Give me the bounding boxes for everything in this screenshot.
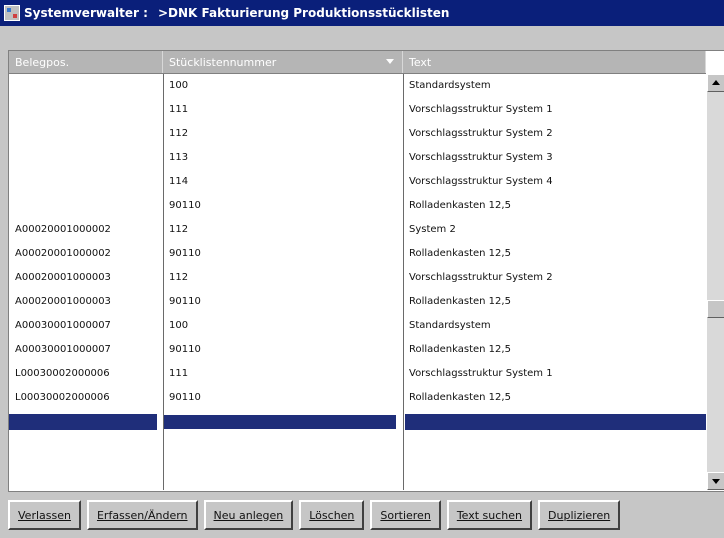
table-row[interactable]: A00020001000002 112 System 2 (9, 218, 706, 242)
table-row[interactable]: 114 Vorschlagsstruktur System 4 (9, 170, 706, 194)
edit-button-label: Erfassen/Ändern (96, 508, 188, 522)
sort-button-label: Sortieren (380, 508, 431, 522)
cell-stuecklistennummer: 90110 (169, 344, 201, 355)
table-row[interactable]: A00020001000002 90110 Rolladenkasten 12,5 (9, 242, 706, 266)
selected-row[interactable] (9, 414, 706, 430)
button-bar: Verlassen Erfassen/Ändern Neu anlegen Lösch… (8, 500, 621, 532)
title-bar: Systemverwalter : >DNK Fakturierung Prod… (0, 0, 724, 26)
cell-belegpos (9, 74, 163, 98)
cell-text: Rolladenkasten 12,5 (409, 248, 511, 259)
app-icon (4, 5, 20, 21)
grid-body: 100 Standardsystem 111 Vorschlagsstruktur S… (9, 74, 706, 430)
edit-button[interactable]: Erfassen/Ändern (86, 500, 198, 530)
cell-stuecklistennummer: 112 (169, 128, 189, 139)
cell-stuecklistennummer: 90110 (169, 200, 201, 211)
scroll-down-button[interactable] (707, 472, 724, 490)
header-stuecklistennummer[interactable]: Stücklistennummer (163, 51, 403, 73)
scroll-up-button[interactable] (707, 74, 724, 92)
cell-belegpos: A00020001000002 (15, 224, 111, 235)
cell-belegpos: L00030002000006 (15, 392, 110, 403)
toolbar-area (0, 26, 724, 50)
cell-text-selected (405, 414, 706, 430)
cell-text: Vorschlagsstruktur System 2 (409, 128, 553, 139)
table-row[interactable]: 111 Vorschlagsstruktur System 1 (9, 98, 706, 122)
new-button-label: Neu anlegen (213, 508, 284, 522)
table-row[interactable]: 113 Vorschlagsstruktur System 3 (9, 146, 706, 170)
scroll-up-icon (712, 80, 720, 85)
cell-stuecklistennummer: 113 (169, 152, 189, 163)
cell-belegpos: A00030001000007 (15, 320, 111, 331)
vertical-scrollbar[interactable] (707, 74, 724, 490)
cell-text: Vorschlagsstruktur System 1 (409, 368, 553, 379)
table-row[interactable]: A00020001000003 90110 Rolladenkasten 12,5 (9, 290, 706, 314)
new-button[interactable]: Neu anlegen (203, 500, 294, 530)
cell-belegpos: L00030002000006 (15, 368, 110, 379)
exit-button[interactable]: Verlassen (8, 500, 81, 530)
duplicate-button[interactable]: Duplizieren (538, 500, 621, 530)
sort-desc-icon (386, 59, 394, 64)
cell-text: Vorschlagsstruktur System 4 (409, 176, 553, 187)
cell-text: Rolladenkasten 12,5 (409, 200, 511, 211)
cell-belegpos: A00020001000003 (15, 272, 111, 283)
cell-text: Standardsystem (409, 80, 491, 91)
sort-button[interactable]: Sortieren (370, 500, 441, 530)
cell-stuecklistennummer: 90110 (169, 392, 201, 403)
window-title: Systemverwalter : (24, 6, 148, 20)
table-row[interactable]: L00030002000006 90110 Rolladenkasten 12,5 (9, 386, 706, 410)
cell-stuecklistennummer: 100 (169, 320, 189, 331)
cell-belegpos: A00030001000007 (15, 344, 111, 355)
scroll-thumb[interactable] (707, 300, 724, 318)
exit-button-label: Verlassen (18, 508, 71, 522)
column-divider (403, 74, 404, 490)
table-row[interactable]: 112 Vorschlagsstruktur System 2 (9, 122, 706, 146)
search-text-button[interactable]: Text suchen (446, 500, 533, 530)
cell-belegpos (9, 146, 163, 170)
cell-stuecklistennummer: 112 (169, 224, 189, 235)
cell-text: Vorschlagsstruktur System 2 (409, 272, 553, 283)
cell-text: Rolladenkasten 12,5 (409, 392, 511, 403)
cell-stuecklistennummer: 114 (169, 176, 189, 187)
table-row[interactable]: 90110 Rolladenkasten 12,5 (9, 194, 706, 218)
grid-header: Belegpos. Stücklistennummer Text (9, 51, 706, 74)
cell-text: Vorschlagsstruktur System 3 (409, 152, 553, 163)
cell-belegpos (9, 122, 163, 146)
table-row[interactable]: A00030001000007 90110 Rolladenkasten 12,5 (9, 338, 706, 362)
table-row[interactable]: 100 Standardsystem (9, 74, 706, 98)
column-divider (163, 74, 164, 490)
cell-stuecklistennummer: 90110 (169, 248, 201, 259)
header-text[interactable]: Text (403, 51, 706, 73)
data-grid[interactable]: Belegpos. Stücklistennummer Text 100 Stan… (8, 50, 724, 492)
cell-stuecklistennummer-selected[interactable] (163, 414, 397, 430)
cell-belegpos (9, 194, 163, 218)
cell-stuecklistennummer: 90110 (169, 296, 201, 307)
scroll-down-icon (712, 479, 720, 484)
cell-stuecklistennummer: 111 (169, 368, 189, 379)
cell-text: Rolladenkasten 12,5 (409, 344, 511, 355)
table-row[interactable]: A00030001000007 100 Standardsystem (9, 314, 706, 338)
table-row[interactable]: L00030002000006 111 Vorschlagsstruktur Sys… (9, 362, 706, 386)
cell-text: System 2 (409, 224, 456, 235)
duplicate-button-label: Duplizieren (548, 508, 611, 522)
cell-text: Vorschlagsstruktur System 1 (409, 104, 553, 115)
delete-button-label: Löschen (309, 508, 355, 522)
cell-text: Standardsystem (409, 320, 491, 331)
cell-stuecklistennummer: 112 (169, 272, 189, 283)
module-title: >DNK Fakturierung Produktionsstücklisten (157, 6, 450, 20)
cell-stuecklistennummer: 111 (169, 104, 189, 115)
search-text-button-label: Text suchen (456, 508, 523, 522)
table-row[interactable]: A00020001000003 112 Vorschlagsstruktur Sys… (9, 266, 706, 290)
cell-belegpos (9, 98, 163, 122)
cell-text: Rolladenkasten 12,5 (409, 296, 511, 307)
delete-button[interactable]: Löschen (299, 500, 365, 530)
header-stuecklistennummer-label: Stücklistennummer (169, 56, 277, 69)
cell-belegpos: A00020001000002 (15, 248, 111, 259)
cell-belegpos (9, 170, 163, 194)
cell-stuecklistennummer: 100 (169, 80, 189, 91)
cell-belegpos-selected (9, 414, 157, 430)
cell-belegpos: A00020001000003 (15, 296, 111, 307)
header-belegpos[interactable]: Belegpos. (9, 51, 163, 73)
